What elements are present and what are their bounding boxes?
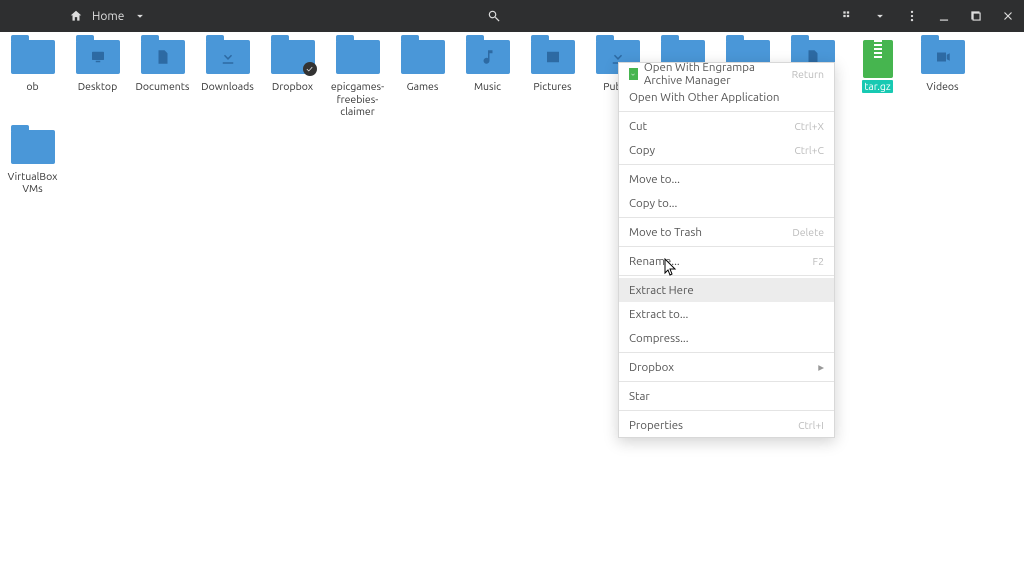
- search-icon[interactable]: [486, 8, 502, 24]
- file-item-archive[interactable]: tar.gz: [845, 40, 910, 118]
- menu-item-label: Open With Other Application: [629, 91, 780, 104]
- menu-item[interactable]: Move to Trash Delete: [619, 220, 834, 244]
- breadcrumb-home[interactable]: Home: [92, 10, 124, 23]
- menu-item-label: Cut: [629, 120, 647, 133]
- menu-item-label: Extract Here: [629, 284, 694, 297]
- folder-icon: [921, 40, 965, 74]
- sync-badge-icon: ✓: [303, 62, 317, 76]
- folder-item[interactable]: ob: [0, 40, 65, 118]
- menu-item[interactable]: Compress...: [619, 326, 834, 350]
- menu-item[interactable]: Star: [619, 384, 834, 408]
- menu-separator: [619, 164, 834, 165]
- folder-icon: [141, 40, 185, 74]
- menu-item[interactable]: Rename...F2: [619, 249, 834, 273]
- menu-separator: [619, 410, 834, 411]
- menu-item-label: Extract to...: [629, 308, 688, 321]
- menu-shortcut: Return: [792, 68, 824, 80]
- folder-icon: ✓: [271, 40, 315, 74]
- more-vert-icon[interactable]: [904, 8, 920, 24]
- submenu-arrow-icon: ▸: [818, 360, 824, 374]
- context-menu: Open With Engrampa Archive ManagerReturn…: [618, 62, 835, 438]
- close-icon[interactable]: [1000, 8, 1016, 24]
- item-label: Games: [407, 80, 439, 93]
- menu-separator: [619, 246, 834, 247]
- menu-item-label: Properties: [629, 419, 683, 432]
- menu-item-label: Dropbox: [629, 361, 674, 374]
- folder-item[interactable]: ✓ Dropbox: [260, 40, 325, 118]
- menu-separator: [619, 352, 834, 353]
- archive-icon: [863, 40, 893, 78]
- folder-icon: [401, 40, 445, 74]
- menu-item[interactable]: Properties Ctrl+I: [619, 413, 834, 437]
- chevron-down-icon[interactable]: [132, 8, 148, 24]
- folder-item[interactable]: VirtualBox VMs: [0, 130, 65, 195]
- item-label: Desktop: [78, 80, 117, 93]
- menu-separator: [619, 381, 834, 382]
- menu-shortcut: Ctrl+C: [794, 144, 824, 156]
- archive-icon: [629, 68, 638, 80]
- folder-icon: [76, 40, 120, 74]
- menu-item[interactable]: Dropbox ▸: [619, 355, 834, 379]
- menu-item[interactable]: Extract Here: [619, 278, 834, 302]
- item-label: Videos: [926, 80, 958, 93]
- item-label: Pictures: [533, 80, 571, 93]
- minimize-icon[interactable]: [936, 8, 952, 24]
- folder-icon: [336, 40, 380, 74]
- menu-item[interactable]: Open With Engrampa Archive ManagerReturn: [619, 63, 834, 85]
- mouse-cursor: [664, 258, 678, 278]
- folder-icon: [466, 40, 510, 74]
- folder-item[interactable]: Videos: [910, 40, 975, 118]
- menu-item-label: Move to...: [629, 173, 680, 186]
- item-label: epicgames-freebies-claimer: [325, 80, 390, 118]
- view-grid-icon[interactable]: [840, 8, 856, 24]
- home-icon: [68, 8, 84, 24]
- folder-icon: [206, 40, 250, 74]
- folder-item[interactable]: epicgames-freebies-claimer: [325, 40, 390, 118]
- menu-shortcut: Ctrl+X: [794, 120, 824, 132]
- menu-separator: [619, 275, 834, 276]
- restore-icon[interactable]: [968, 8, 984, 24]
- folder-item[interactable]: Pictures: [520, 40, 585, 118]
- chevron-down-icon[interactable]: [872, 8, 888, 24]
- menu-item-label: Open With Engrampa Archive Manager: [644, 61, 792, 87]
- menu-item-label: Copy: [629, 144, 655, 157]
- window-titlebar: Home: [0, 0, 1024, 32]
- menu-item[interactable]: Extract to...: [619, 302, 834, 326]
- menu-item[interactable]: Open With Other Application: [619, 85, 834, 109]
- folder-item[interactable]: Music: [455, 40, 520, 118]
- menu-item[interactable]: Move to...: [619, 167, 834, 191]
- item-label: tar.gz: [862, 80, 892, 93]
- menu-shortcut: F2: [813, 255, 824, 267]
- menu-item[interactable]: Cut Ctrl+X: [619, 114, 834, 138]
- folder-item[interactable]: Downloads: [195, 40, 260, 118]
- menu-shortcut: Delete: [792, 226, 824, 238]
- item-label: ob: [26, 80, 38, 93]
- file-grid: ob Desktop Documents Downloads ✓ Dropbox epicg…: [0, 32, 1024, 207]
- item-label: Documents: [136, 80, 190, 93]
- folder-icon: [11, 130, 55, 164]
- menu-item-label: Star: [629, 390, 650, 403]
- menu-item-label: Move to Trash: [629, 226, 702, 239]
- menu-item-label: Compress...: [629, 332, 689, 345]
- folder-icon: [531, 40, 575, 74]
- folder-item[interactable]: Desktop: [65, 40, 130, 118]
- item-label: VirtualBox VMs: [0, 170, 65, 195]
- item-label: Downloads: [201, 80, 254, 93]
- menu-shortcut: Ctrl+I: [798, 419, 824, 431]
- folder-icon: [11, 40, 55, 74]
- menu-separator: [619, 217, 834, 218]
- item-label: Dropbox: [272, 80, 313, 93]
- menu-item-label: Copy to...: [629, 197, 677, 210]
- item-label: Music: [474, 80, 501, 93]
- menu-item[interactable]: Copy to...: [619, 191, 834, 215]
- menu-item[interactable]: Copy Ctrl+C: [619, 138, 834, 162]
- menu-separator: [619, 111, 834, 112]
- folder-item[interactable]: Documents: [130, 40, 195, 118]
- folder-item[interactable]: Games: [390, 40, 455, 118]
